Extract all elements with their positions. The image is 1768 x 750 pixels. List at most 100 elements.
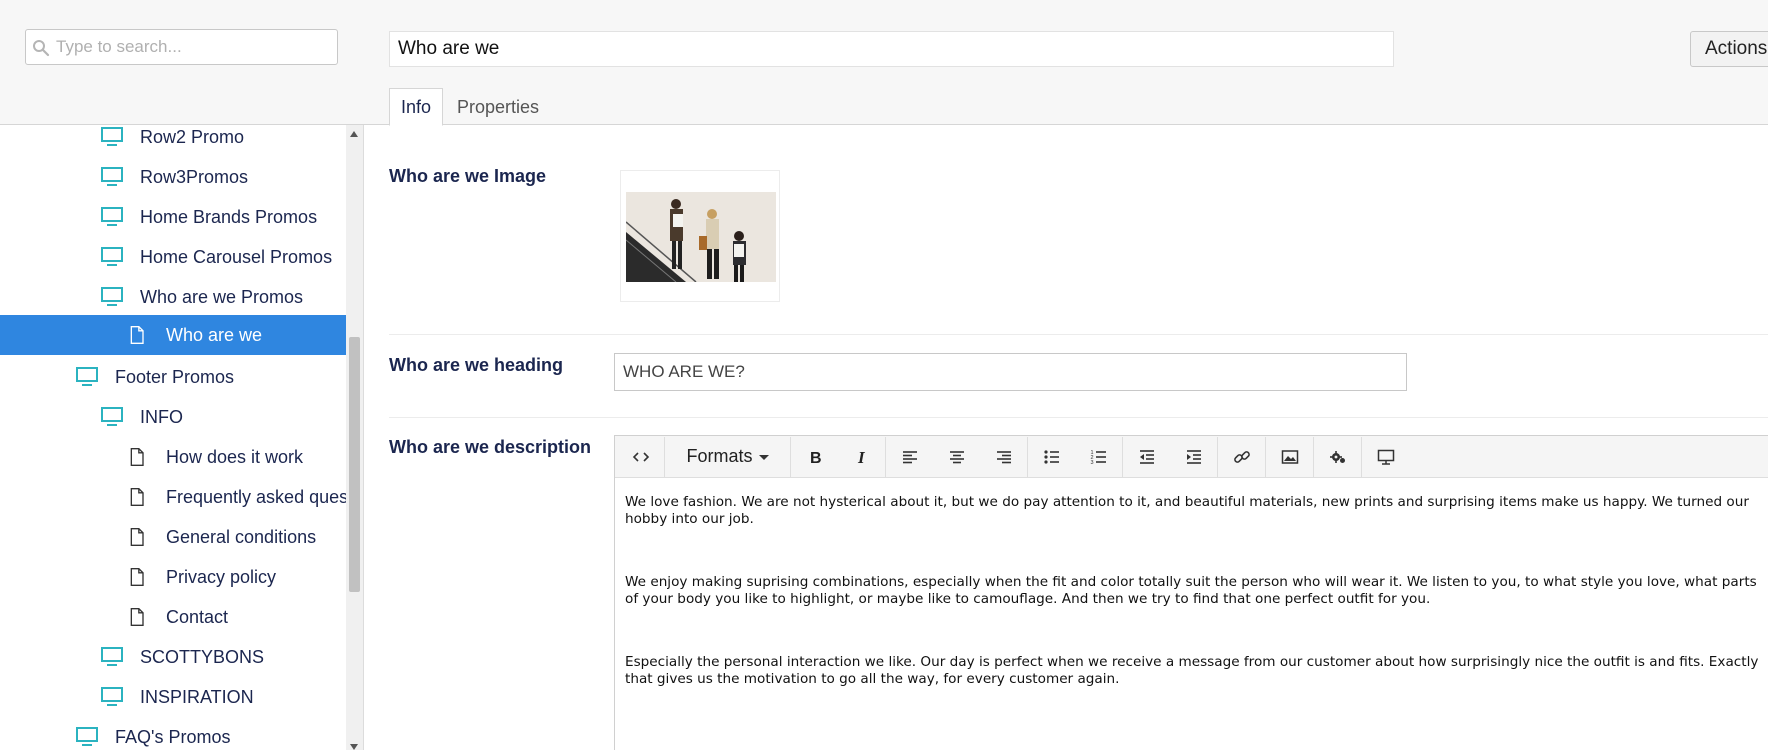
- insert-image-button[interactable]: [1266, 437, 1313, 477]
- tree-item-label: Row2 Promo: [140, 126, 245, 147]
- field-divider: [389, 417, 1768, 418]
- promo-image[interactable]: [626, 192, 776, 282]
- image-picker[interactable]: [620, 170, 780, 302]
- editor-paragraph: Especially the personal interaction we l…: [625, 654, 1759, 687]
- insert-macro-button[interactable]: [1314, 437, 1361, 477]
- link-button[interactable]: [1218, 437, 1265, 477]
- tree-item-info[interactable]: INFO: [0, 397, 346, 437]
- formats-label: Formats: [686, 446, 753, 466]
- heading-field-label: Who are we heading: [389, 355, 564, 375]
- tree-item-label: General conditions: [166, 526, 317, 547]
- monitor-icon: [101, 687, 123, 706]
- scrollbar-thumb[interactable]: [349, 337, 360, 592]
- tree-item-label: Who are we Promos: [140, 286, 304, 307]
- monitor-icon: [101, 167, 123, 186]
- embed-button[interactable]: [1362, 437, 1409, 477]
- align-right-icon: [996, 450, 1011, 463]
- tree-item-contact[interactable]: Contact: [0, 597, 346, 637]
- formats-dropdown[interactable]: Formats: [665, 437, 790, 477]
- tree-scrollbar[interactable]: [346, 125, 363, 750]
- bullet-list-icon: [1043, 449, 1059, 464]
- tree-item-faqs-promos[interactable]: FAQ's Promos: [0, 717, 346, 750]
- tree-item-label: Contact: [166, 606, 229, 627]
- heading-input[interactable]: [614, 353, 1407, 391]
- rich-text-editor: Formats B I 1 2 3 We love fashion. We ar…: [614, 435, 1768, 750]
- indent-icon: [1186, 449, 1201, 464]
- tree-item-label: FAQ's Promos: [115, 726, 231, 747]
- chevron-down-icon: [758, 455, 769, 460]
- bold-button[interactable]: B: [791, 437, 838, 477]
- editor-content-area[interactable]: We love fashion. We are not hysterical a…: [615, 479, 1768, 749]
- tab-properties[interactable]: Properties: [446, 88, 550, 126]
- description-field-label: Who are we description: [389, 437, 592, 457]
- align-center-button[interactable]: [933, 437, 980, 477]
- tree-item-who-are-we[interactable]: Who are we: [0, 315, 346, 355]
- editor-paragraph: We enjoy making suprising combinations, …: [625, 574, 1757, 607]
- tree-item-label: How does it work: [166, 446, 304, 467]
- tree-item-label: Who are we: [166, 324, 263, 345]
- tree-item-scottybons[interactable]: SCOTTYBONS: [0, 637, 346, 677]
- tree-item-row2-promo[interactable]: Row2 Promo: [0, 125, 346, 157]
- tree-item-label: Footer Promos: [115, 366, 235, 387]
- document-icon: [130, 326, 144, 344]
- macro-icon: [1329, 450, 1345, 463]
- tree-item-row3promos[interactable]: Row3Promos: [0, 157, 346, 197]
- svg-text:I: I: [857, 448, 866, 466]
- search-input[interactable]: [56, 30, 332, 64]
- bold-icon: B: [810, 450, 822, 466]
- monitor-icon: [76, 367, 98, 386]
- tree-item-home-carousel-promos[interactable]: Home Carousel Promos: [0, 237, 346, 277]
- monitor-icon: [101, 647, 123, 666]
- tree-item-privacy-policy[interactable]: Privacy policy: [0, 557, 346, 597]
- tree-item-inspiration[interactable]: INSPIRATION: [0, 677, 346, 717]
- numbered-list-icon: 123: [1090, 450, 1106, 466]
- svg-text:3: 3: [1090, 460, 1093, 466]
- monitor-icon: [101, 207, 123, 226]
- document-icon: [130, 528, 144, 546]
- bullet-list-button[interactable]: [1028, 437, 1075, 477]
- document-icon: [130, 488, 144, 506]
- tree-item-label: SCOTTYBONS: [140, 646, 265, 667]
- tree-item-how-does-it-work[interactable]: How does it work: [0, 437, 346, 477]
- svg-text:B: B: [810, 450, 822, 466]
- main-header: Actions Info Properties: [364, 0, 1768, 126]
- outdent-button[interactable]: [1123, 437, 1170, 477]
- actions-button[interactable]: Actions: [1690, 31, 1768, 67]
- document-icon: [130, 568, 144, 586]
- sidebar-header: [0, 0, 364, 125]
- editor-toolbar: Formats B I 1 2 3: [615, 436, 1768, 478]
- tree-item-faq[interactable]: Frequently asked ques: [0, 477, 346, 517]
- align-left-button[interactable]: [886, 437, 933, 477]
- tab-info[interactable]: Info: [389, 88, 444, 126]
- tree-item-label: INFO: [140, 406, 183, 427]
- tree-item-label: Row3Promos: [140, 166, 249, 187]
- indent-button[interactable]: [1170, 437, 1217, 477]
- search-box[interactable]: [25, 29, 338, 65]
- monitor-icon: [101, 127, 123, 146]
- source-code-button[interactable]: [617, 437, 664, 477]
- tree-item-home-brands-promos[interactable]: Home Brands Promos: [0, 197, 346, 237]
- tree-item-label: Home Brands Promos: [140, 206, 318, 227]
- align-right-button[interactable]: [980, 437, 1027, 477]
- editor-main-panel: Actions Info Properties Who are we Image: [364, 0, 1768, 750]
- tree-item-general-conditions[interactable]: General conditions: [0, 517, 346, 557]
- tree-item-label: Home Carousel Promos: [140, 246, 333, 267]
- tree-item-who-are-we-promos[interactable]: Who are we Promos: [0, 277, 346, 317]
- node-name-input[interactable]: [389, 31, 1394, 67]
- image-field-label: Who are we Image: [389, 166, 547, 186]
- monitor-icon: [101, 287, 123, 306]
- numbered-list-button[interactable]: 123: [1075, 437, 1122, 477]
- tree-item-label: Frequently asked ques: [166, 486, 346, 507]
- tree-item-footer-promos[interactable]: Footer Promos: [0, 357, 346, 397]
- document-icon: [130, 608, 144, 626]
- italic-button[interactable]: I: [838, 437, 885, 477]
- document-icon: [130, 448, 144, 466]
- tree-item-label: Privacy policy: [166, 566, 277, 587]
- tree-item-label: INSPIRATION: [140, 686, 254, 707]
- scroll-down-arrow-icon[interactable]: [350, 744, 358, 750]
- editor-paragraph: We love fashion. We are not hysterical a…: [625, 494, 1749, 527]
- embed-icon: [1377, 449, 1394, 465]
- link-icon: [1233, 450, 1250, 463]
- content-tree: Row2 Promo Row3Promos Home Brands Promos…: [0, 125, 346, 750]
- scroll-up-arrow-icon[interactable]: [350, 131, 358, 137]
